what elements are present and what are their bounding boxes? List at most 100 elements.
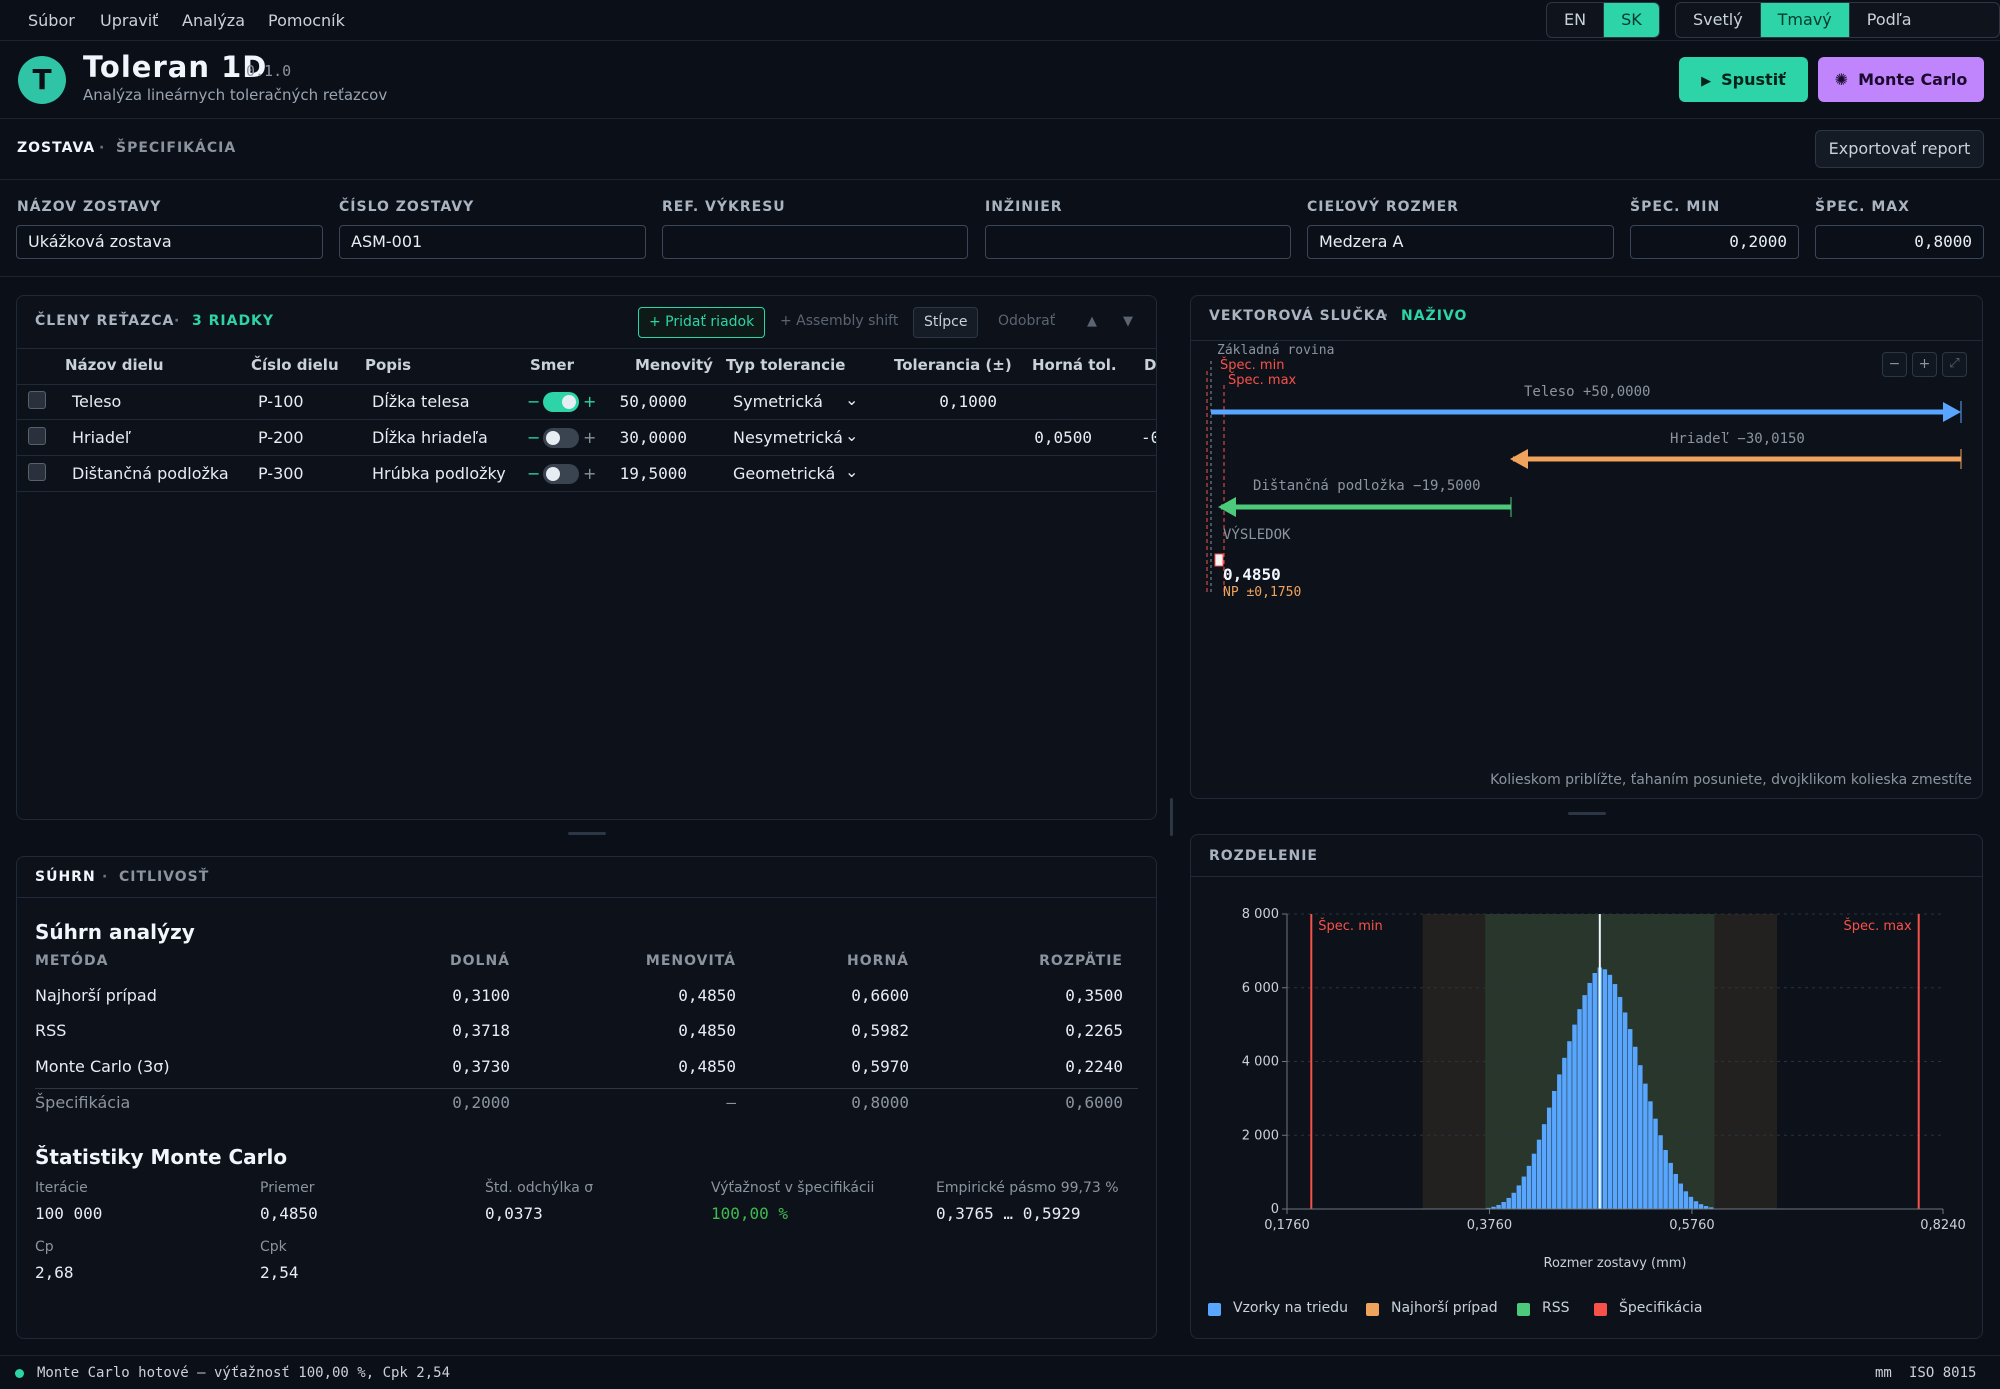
histogram-bar (1658, 1135, 1663, 1209)
monte-carlo-label: Monte Carlo (1858, 70, 1968, 89)
tolerance-type-select[interactable]: Symetrická (733, 392, 823, 411)
chevron-down-icon[interactable]: ⌄ (845, 462, 858, 481)
table-row[interactable]: Teleso P-100 Dĺžka telesa − + 50,0000 Sy… (17, 384, 1156, 420)
chain-title-separator: · (174, 313, 181, 329)
direction-toggle[interactable] (543, 464, 579, 484)
description-cell[interactable]: Dĺžka hriadeľa (372, 428, 488, 447)
method-cell: Najhorší prípad (35, 986, 157, 1005)
part-number-cell[interactable]: P-300 (258, 464, 304, 483)
histogram-bar (1541, 1124, 1547, 1209)
part-name-cell[interactable]: Hriadeľ (72, 428, 131, 447)
theme-light-button[interactable]: Svetlý (1676, 3, 1760, 37)
tab-sensitivity[interactable]: CITLIVOSŤ (119, 869, 209, 885)
assembly-shift-button[interactable]: + Assembly shift (770, 307, 908, 338)
stat-value: 2,68 (35, 1263, 74, 1282)
columns-button[interactable]: Stĺpce (913, 307, 979, 338)
horizontal-splitter-left[interactable] (568, 832, 606, 835)
assembly-number-input[interactable]: ASM-001 (339, 225, 646, 259)
col-part-number[interactable]: Číslo dielu (251, 356, 339, 374)
run-button[interactable]: ▶ Spustiť (1679, 57, 1808, 102)
chevron-down-icon[interactable]: ⌄ (845, 390, 858, 409)
distribution-chart[interactable]: 0 2 000 4 000 6 000 8 000 Špec. min Špec. max 0… (1191, 877, 1982, 1337)
spec-max-chart-label: Špec. max (1843, 918, 1912, 934)
stat-value: 100,00 % (711, 1204, 789, 1223)
row-checkbox[interactable] (28, 391, 46, 409)
export-report-button[interactable]: Exportovať report (1815, 130, 1984, 168)
assembly-name-input[interactable]: Ukážková zostava (16, 225, 323, 259)
vertical-splitter[interactable] (1170, 798, 1173, 836)
assembly-number-label: ČÍSLO ZOSTAVY (339, 199, 475, 215)
col-part-name[interactable]: Názov dielu (65, 356, 164, 374)
legend-swatch-spec (1594, 1303, 1607, 1316)
menu-edit[interactable]: Upraviť (100, 11, 158, 30)
move-down-icon[interactable]: ▼ (1113, 307, 1143, 338)
row-checkbox[interactable] (28, 463, 46, 481)
drawing-ref-input[interactable] (662, 225, 968, 259)
row-checkbox[interactable] (28, 427, 46, 445)
tab-specification[interactable]: ŠPECIFIKÁCIA (116, 140, 236, 156)
histogram-bar (1622, 1012, 1628, 1209)
nominal-cell[interactable]: 19,5000 (607, 464, 687, 483)
stat-value: 0,4850 (260, 1204, 318, 1223)
nominal-cell[interactable]: 50,0000 (607, 392, 687, 411)
col-tolerance[interactable]: Tolerancia (±) (894, 356, 1012, 374)
target-dimension-input[interactable]: Medzera A (1307, 225, 1614, 259)
tolerance-cell[interactable]: 0,1000 (887, 392, 997, 411)
description-cell[interactable]: Dĺžka telesa (372, 392, 470, 411)
chevron-down-icon[interactable]: ⌄ (845, 426, 858, 445)
lang-en-button[interactable]: EN (1547, 3, 1603, 37)
part-name-cell[interactable]: Teleso (72, 392, 121, 411)
col-lower-tol[interactable]: D (1144, 356, 1156, 374)
y-tick-label: 0 (1271, 1202, 1279, 1217)
histogram-bar (1557, 1074, 1562, 1209)
vector-title-separator: · (1383, 308, 1390, 324)
col-description[interactable]: Popis (365, 356, 411, 374)
table-row[interactable]: Dištančná podložka P-300 Hrúbka podložky… (17, 456, 1156, 492)
drawing-ref-label: REF. VÝKRESU (662, 199, 786, 215)
add-row-button[interactable]: + Pridať riadok (638, 307, 766, 338)
col-tolerance-type[interactable]: Typ tolerancie (726, 356, 845, 374)
chain-title: ČLENY REŤAZCA (35, 313, 175, 329)
menu-help[interactable]: Pomocník (268, 11, 345, 30)
nominal-cell[interactable]: 30,0000 (607, 428, 687, 447)
result-marker[interactable] (1214, 553, 1224, 567)
spec-max-input[interactable]: 0,8000 (1815, 225, 1984, 259)
tab-assembly[interactable]: ZOSTAVA (17, 140, 95, 156)
histogram-bar (1501, 1201, 1506, 1209)
stat-value: 100 000 (35, 1204, 103, 1223)
direction-toggle[interactable] (543, 428, 579, 448)
summary-table: Najhorší prípad 0,3100 0,4850 0,6600 0,3… (35, 982, 1138, 1122)
lower-cell: 0,3718 (452, 1021, 510, 1040)
menu-file[interactable]: Súbor (28, 11, 75, 30)
theme-system-button[interactable]: Podľa systému (1848, 3, 1999, 37)
tolerance-type-select[interactable]: Geometrická (733, 464, 835, 483)
language-toggle: EN SK (1546, 2, 1660, 38)
table-row[interactable]: Hriadeľ P-200 Dĺžka hriadeľa − + 30,0000… (17, 420, 1156, 456)
col-upper-tol[interactable]: Horná tol. (1032, 356, 1117, 374)
engineer-input[interactable] (985, 225, 1291, 259)
col-direction[interactable]: Smer (530, 356, 574, 374)
lang-sk-button[interactable]: SK (1603, 3, 1659, 37)
part-number-cell[interactable]: P-100 (258, 392, 304, 411)
range-cell: 0,6000 (1065, 1093, 1123, 1112)
move-up-icon[interactable]: ▲ (1077, 307, 1107, 338)
upper-tol-cell[interactable]: 0,0500 (1007, 428, 1092, 447)
remove-button[interactable]: Odobrať (988, 307, 1065, 338)
vector-loop-canvas[interactable] (1191, 341, 1982, 798)
direction-toggle[interactable] (543, 392, 579, 412)
horizontal-splitter-right[interactable] (1568, 812, 1606, 815)
engineer-label: INŽINIER (985, 199, 1063, 215)
tab-summary[interactable]: SÚHRN (35, 869, 96, 885)
part-name-cell[interactable]: Dištančná podložka (72, 464, 229, 483)
menu-analysis[interactable]: Analýza (182, 11, 245, 30)
summary-row: Najhorší prípad 0,3100 0,4850 0,6600 0,3… (35, 982, 1138, 1018)
col-nominal[interactable]: Menovitý (635, 356, 713, 374)
monte-carlo-button[interactable]: ✺ Monte Carlo (1818, 57, 1984, 102)
upper-cell: 0,8000 (851, 1093, 909, 1112)
theme-dark-button[interactable]: Tmavý (1759, 3, 1849, 37)
tolerance-type-select[interactable]: Nesymetrická (733, 428, 843, 447)
part-number-cell[interactable]: P-200 (258, 428, 304, 447)
lower-tol-cell[interactable]: -0 (1141, 428, 1156, 447)
spec-min-input[interactable]: 0,2000 (1630, 225, 1799, 259)
description-cell[interactable]: Hrúbka podložky (372, 464, 506, 483)
